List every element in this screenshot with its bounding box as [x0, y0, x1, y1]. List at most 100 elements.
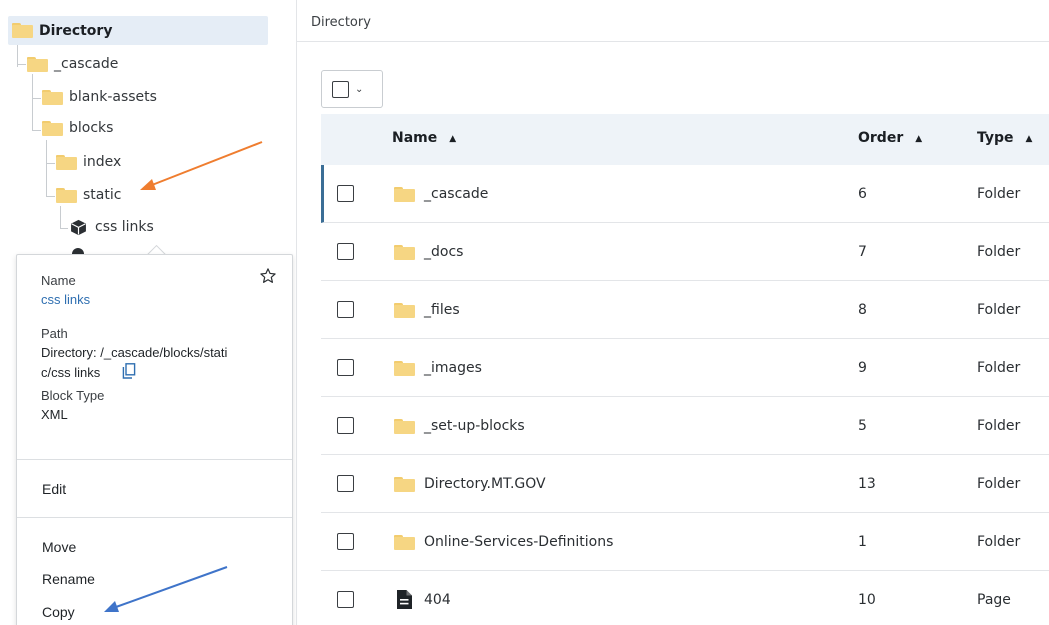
row-name[interactable]: _images: [424, 360, 482, 376]
tree-root-directory[interactable]: Directory: [8, 16, 268, 45]
row-checkbox[interactable]: [337, 185, 354, 202]
bulk-select-dropdown[interactable]: ⌄: [321, 70, 383, 108]
row-order: 10: [858, 592, 876, 608]
copy-icon[interactable]: [122, 363, 136, 379]
table-row[interactable]: Online-Services-Definitions 1 Folder: [321, 513, 1049, 571]
select-all-checkbox[interactable]: [332, 80, 349, 98]
breadcrumb-item[interactable]: Directory: [311, 15, 371, 30]
tree-item-label: static: [83, 187, 122, 203]
star-icon[interactable]: [259, 267, 277, 285]
folder-icon: [42, 120, 63, 136]
table-row[interactable]: _docs 7 Folder: [321, 223, 1049, 281]
tree-item-css-links[interactable]: css links: [70, 212, 154, 242]
block-type-value: XML: [41, 407, 68, 422]
row-checkbox[interactable]: [337, 417, 354, 434]
popover-divider: [17, 517, 292, 518]
tree-item-blocks[interactable]: blocks: [42, 113, 113, 143]
block-type-label: Block Type: [41, 388, 105, 403]
row-checkbox[interactable]: [337, 359, 354, 376]
table-row[interactable]: _set-up-blocks 5 Folder: [321, 397, 1049, 455]
chevron-down-icon: ⌄: [355, 83, 364, 95]
table-row[interactable]: Directory.MT.GOV 13 Folder: [321, 455, 1049, 513]
row-order: 13: [858, 476, 876, 492]
row-name[interactable]: 404: [424, 592, 451, 608]
path-value-line1: Directory: /_cascade/blocks/stati: [41, 345, 228, 360]
page-icon: [397, 590, 412, 609]
folder-icon: [394, 361, 415, 376]
column-label: Type: [977, 130, 1014, 146]
row-name[interactable]: _files: [424, 302, 460, 318]
tree-item-cascade[interactable]: _cascade: [27, 49, 118, 79]
folder-icon: [394, 245, 415, 260]
row-type: Folder: [977, 302, 1021, 318]
row-type: Folder: [977, 476, 1021, 492]
row-order: 6: [858, 186, 867, 202]
row-order: 5: [858, 418, 867, 434]
column-label: Order: [858, 130, 904, 146]
tree-item-label: css links: [95, 219, 154, 235]
tree-item-static[interactable]: static: [56, 180, 121, 210]
row-order: 1: [858, 534, 867, 550]
row-name[interactable]: _cascade: [424, 186, 488, 202]
row-checkbox[interactable]: [337, 301, 354, 318]
sort-asc-icon: ▲: [1025, 134, 1033, 144]
rename-action[interactable]: Rename: [42, 571, 95, 587]
folder-icon: [394, 477, 415, 492]
row-checkbox[interactable]: [337, 533, 354, 550]
column-header-order[interactable]: Order ▲: [858, 130, 922, 146]
folder-icon: [394, 187, 415, 202]
row-checkbox[interactable]: [337, 591, 354, 608]
name-value-link[interactable]: css links: [41, 292, 90, 307]
row-order: 8: [858, 302, 867, 318]
name-label: Name: [41, 273, 76, 288]
table-row[interactable]: _cascade 6 Folder: [321, 165, 1049, 223]
table-header: Name ▲ Order ▲ Type ▲: [321, 114, 1049, 165]
tree-item-label: index: [83, 154, 122, 170]
tree-item-label: blank-assets: [69, 89, 157, 105]
row-type: Folder: [977, 186, 1021, 202]
row-checkbox[interactable]: [337, 475, 354, 492]
folder-icon: [42, 89, 63, 105]
row-type: Page: [977, 592, 1011, 608]
copy-action[interactable]: Copy: [42, 604, 75, 620]
folder-icon: [56, 187, 77, 203]
row-type: Folder: [977, 244, 1021, 260]
popover-divider: [17, 459, 292, 460]
asset-info-popover: Name css links Path Directory: /_cascade…: [16, 254, 293, 625]
row-type: Folder: [977, 418, 1021, 434]
folder-icon: [56, 154, 77, 170]
tree-item-label: _cascade: [54, 56, 119, 72]
row-type: Folder: [977, 360, 1021, 376]
row-order: 7: [858, 244, 867, 260]
table-row[interactable]: 404 10 Page: [321, 571, 1049, 625]
cube-icon: [71, 219, 86, 235]
folder-icon: [394, 535, 415, 550]
row-order: 9: [858, 360, 867, 376]
tree-item-index[interactable]: index: [56, 147, 121, 177]
column-header-name[interactable]: Name ▲: [392, 130, 456, 146]
tree-item-blank-assets[interactable]: blank-assets: [42, 82, 157, 112]
column-label: Name: [392, 130, 438, 146]
edit-action[interactable]: Edit: [42, 481, 66, 497]
folder-icon: [27, 56, 48, 72]
move-action[interactable]: Move: [42, 539, 76, 555]
tree-root-label: Directory: [39, 22, 113, 39]
tree-item-label: blocks: [69, 120, 114, 136]
folder-icon: [12, 23, 33, 38]
table-row[interactable]: _images 9 Folder: [321, 339, 1049, 397]
row-type: Folder: [977, 534, 1021, 550]
breadcrumb: Directory: [297, 0, 1049, 42]
table-row[interactable]: _files 8 Folder: [321, 281, 1049, 339]
folder-icon: [394, 303, 415, 318]
row-checkbox[interactable]: [337, 243, 354, 260]
row-name[interactable]: Online-Services-Definitions: [424, 534, 613, 550]
sort-asc-icon: ▲: [449, 134, 457, 144]
sort-asc-icon: ▲: [915, 134, 923, 144]
row-name[interactable]: Directory.MT.GOV: [424, 476, 546, 492]
row-name[interactable]: _set-up-blocks: [424, 418, 525, 434]
row-name[interactable]: _docs: [424, 244, 463, 260]
folder-icon: [394, 419, 415, 434]
panel-divider: [296, 0, 297, 625]
path-label: Path: [41, 326, 68, 341]
column-header-type[interactable]: Type ▲: [977, 130, 1032, 146]
